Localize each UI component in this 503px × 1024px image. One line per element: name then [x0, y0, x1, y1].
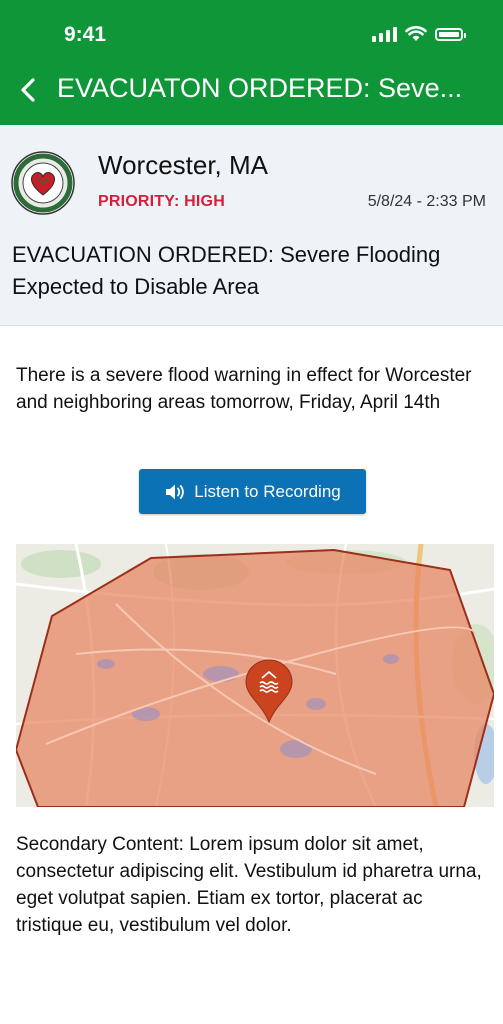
- nav-title: EVACUATON ORDERED: Seve...: [57, 73, 463, 103]
- speaker-icon: [166, 484, 185, 499]
- back-chevron-icon[interactable]: [16, 76, 42, 104]
- map-canvas: [16, 544, 494, 807]
- secondary-content: Secondary Content: Lorem ipsum dolor sit…: [16, 834, 482, 936]
- city-seal-logo: [11, 151, 75, 215]
- status-bar: 9:41: [0, 0, 503, 68]
- alert-body: There is a severe flood warning in effec…: [16, 365, 472, 413]
- nav-bar: EVACUATON ORDERED: Seve...: [0, 68, 503, 112]
- battery-icon: [435, 27, 466, 41]
- listen-recording-button[interactable]: Listen to Recording: [139, 469, 366, 514]
- alert-headline: EVACUATION ORDERED: Severe Flooding Expe…: [12, 242, 441, 299]
- alert-datetime: 5/8/24 - 2:33 PM: [367, 193, 486, 210]
- listen-label: Listen to Recording: [194, 481, 341, 501]
- wifi-icon: [405, 26, 427, 41]
- city-name: Worcester, MA: [98, 150, 269, 180]
- cellular-signal-icon: [372, 26, 397, 42]
- status-time: 9:41: [64, 23, 107, 46]
- priority-label: PRIORITY: HIGH: [98, 193, 225, 210]
- app-header: 9:41 EVACUATON ORDERED: Seve...: [0, 0, 503, 125]
- flood-zone-map[interactable]: [16, 544, 494, 807]
- status-icons: [372, 26, 466, 42]
